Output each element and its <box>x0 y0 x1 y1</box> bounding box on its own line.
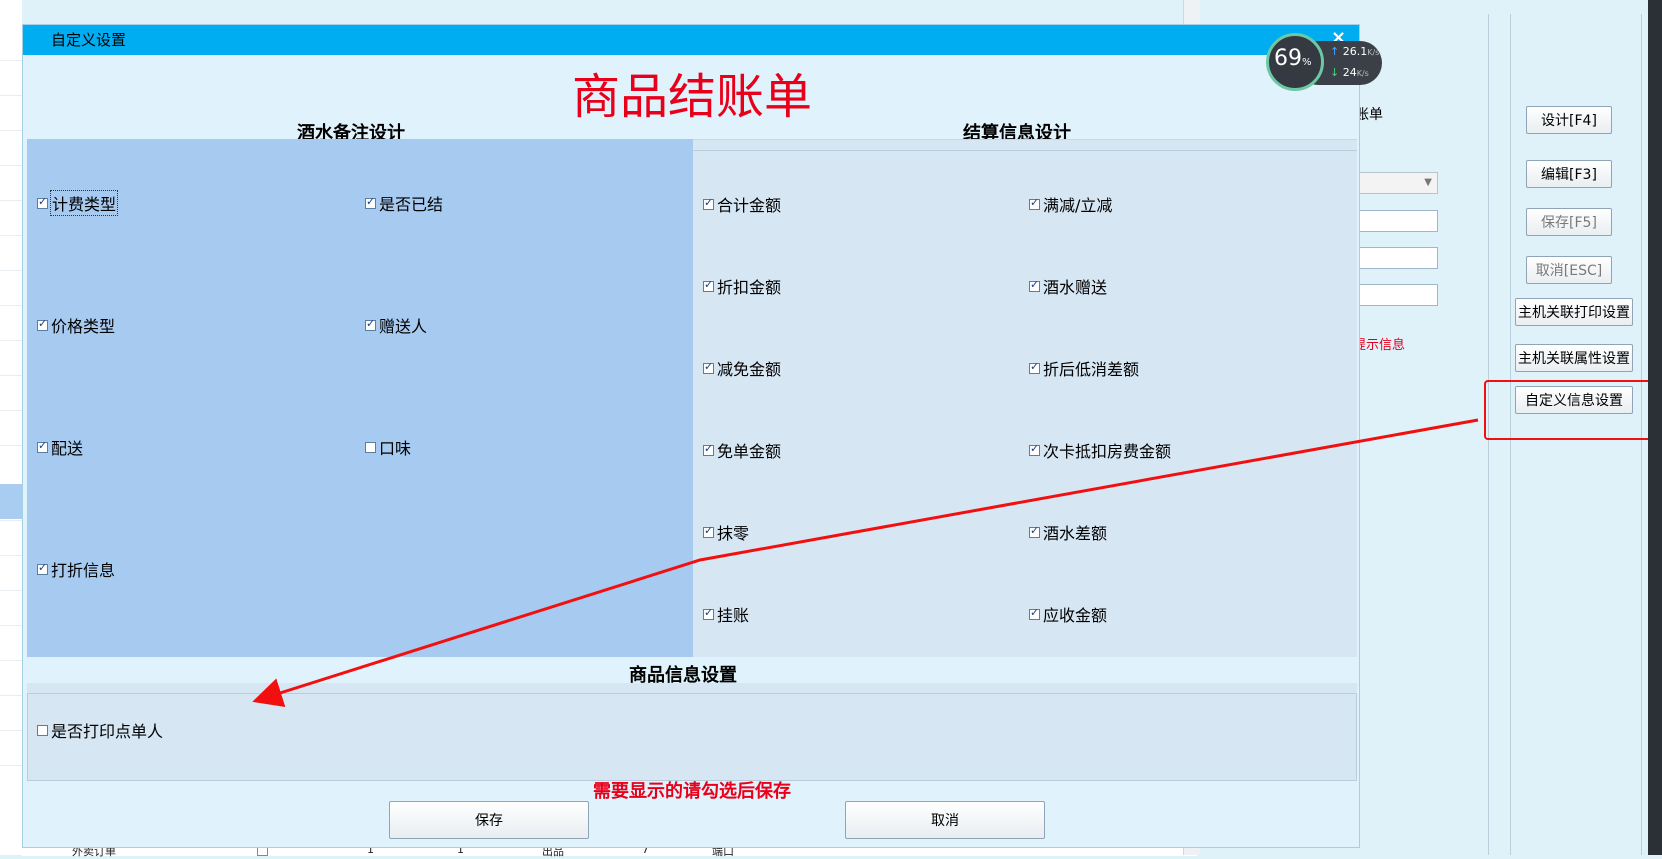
edit-button[interactable]: 编辑[F3] <box>1526 160 1612 188</box>
checkbox-box[interactable] <box>703 524 714 538</box>
hint-text: 需要显示的请勾选后保存 <box>593 781 791 802</box>
page-title: 商品结账单 <box>571 69 812 125</box>
checkbox-box[interactable] <box>703 442 714 456</box>
checkbox-box[interactable] <box>1029 360 1040 374</box>
checkbox-box[interactable] <box>37 561 48 575</box>
cancel-button-disabled[interactable]: 取消[ESC] <box>1526 256 1612 284</box>
checkbox-waiver-amount[interactable]: 减免金额 <box>703 356 781 380</box>
cpu-percent: 69% <box>1274 46 1312 71</box>
save-button[interactable]: 保存 <box>389 801 589 839</box>
selected-row-highlight <box>0 484 22 519</box>
checkbox-box[interactable] <box>37 317 48 331</box>
checkbox-box[interactable] <box>703 196 714 210</box>
checkbox-drinks-gift[interactable]: 酒水赠送 <box>1029 274 1107 298</box>
checkbox-card-room-deduction[interactable]: 次卡抵扣房费金额 <box>1029 438 1171 462</box>
checkbox-rounding[interactable]: 抹零 <box>703 520 749 544</box>
checkbox-delivery[interactable]: 配送 <box>37 435 83 459</box>
checkbox-box[interactable] <box>365 441 376 453</box>
chevron-down-icon: ▼ <box>1424 177 1432 188</box>
checkbox-total-amount[interactable]: 合计金额 <box>703 192 781 216</box>
arrow-up-icon: ↑ <box>1330 45 1340 58</box>
dialog-titlebar[interactable]: 自定义设置 × <box>23 25 1359 55</box>
network-speed-widget[interactable]: 69% ↑ 26.1K/s ↓ 24K/s <box>1266 33 1382 93</box>
arrow-down-icon: ↓ <box>1330 66 1340 79</box>
checkbox-full-reduction[interactable]: 满减/立减 <box>1029 192 1112 216</box>
checkbox-flavor[interactable]: 口味 <box>365 435 411 459</box>
checkbox-box[interactable] <box>1029 278 1040 292</box>
checkbox-box[interactable] <box>37 724 48 736</box>
checkbox-box[interactable] <box>1029 442 1040 456</box>
checkbox-box[interactable] <box>365 195 376 209</box>
checkbox-billing-type[interactable]: 计费类型 <box>37 190 119 216</box>
checkbox-drinks-difference[interactable]: 酒水差额 <box>1029 520 1107 544</box>
custom-settings-dialog: 自定义设置 × 商品结账单 酒水备注设计 结算信息设计 计费类型 是否已结 价格… <box>22 24 1360 848</box>
checkbox-box[interactable] <box>1029 196 1040 210</box>
design-button[interactable]: 设计[F4] <box>1526 106 1612 134</box>
drinks-notes-panel: 计费类型 是否已结 价格类型 赠送人 配送 口味 打折信息 <box>27 139 693 657</box>
checkbox-receivable-amount[interactable]: 应收金额 <box>1029 602 1107 626</box>
window-edge <box>1648 0 1662 855</box>
background-hint-fragment: 提示信息 <box>1353 338 1406 353</box>
checkbox-gifter[interactable]: 赠送人 <box>365 313 427 337</box>
checkbox-on-account[interactable]: 挂账 <box>703 602 749 626</box>
settlement-panel: 合计金额 满减/立减 折扣金额 酒水赠送 减免金额 折后低消差额 免单金额 次 <box>693 139 1357 657</box>
host-property-settings-button[interactable]: 主机关联属性设置 <box>1515 344 1633 372</box>
checkbox-box[interactable] <box>703 606 714 620</box>
checkbox-box[interactable] <box>365 317 376 331</box>
checkbox-box[interactable] <box>1029 606 1040 620</box>
cancel-button[interactable]: 取消 <box>845 801 1045 839</box>
checkbox-min-spend-difference[interactable]: 折后低消差额 <box>1029 356 1139 380</box>
checkbox-discount-amount[interactable]: 折扣金额 <box>703 274 781 298</box>
host-print-settings-button[interactable]: 主机关联打印设置 <box>1515 298 1633 326</box>
annotation-highlight-box <box>1484 380 1661 440</box>
dialog-title: 自定义设置 <box>51 31 127 49</box>
checkbox-print-orderer[interactable]: 是否打印点单人 <box>37 718 163 742</box>
checkbox-discount-info[interactable]: 打折信息 <box>37 557 115 581</box>
checkbox-is-settled[interactable]: 是否已结 <box>365 191 443 215</box>
download-speed: ↓ 24K/s <box>1330 66 1369 79</box>
product-info-panel: 是否打印点单人 <box>27 693 1357 781</box>
save-button-disabled[interactable]: 保存[F5] <box>1526 208 1612 236</box>
checkbox-box[interactable] <box>703 360 714 374</box>
upload-speed: ↑ 26.1K/s <box>1330 45 1380 58</box>
checkbox-free-order-amount[interactable]: 免单金额 <box>703 438 781 462</box>
background-list-strip <box>0 0 22 855</box>
checkbox-box[interactable] <box>37 439 48 453</box>
checkbox-price-type[interactable]: 价格类型 <box>37 313 115 337</box>
checkbox-box[interactable] <box>1029 524 1040 538</box>
checkbox-box[interactable] <box>37 195 48 209</box>
checkbox-box[interactable] <box>703 278 714 292</box>
